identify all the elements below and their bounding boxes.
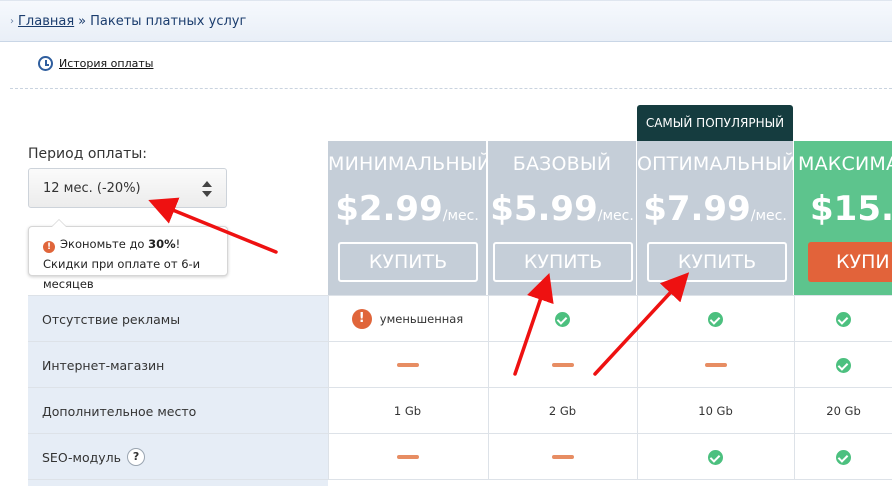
feature-cell: 10 Gb	[637, 388, 793, 434]
plan-optimal: ОПТИМАЛЬНЫЙ $7.99/мес. КУПИТЬ	[637, 141, 793, 295]
feature-cell	[637, 296, 793, 342]
feature-cell	[794, 434, 892, 480]
feature-cell	[328, 342, 486, 388]
breadcrumb-home-link[interactable]: Главная	[18, 14, 74, 29]
warning-icon: !	[43, 241, 55, 253]
plan-price-amount: $2.99	[335, 189, 443, 229]
feature-name: Дополнительное место	[28, 388, 328, 434]
dash-icon	[396, 363, 419, 367]
plan-minimal: МИНИМАЛЬНЫЙ $2.99/мес. КУПИТЬ	[328, 141, 486, 295]
feature-name: Отсутствие рекламы	[28, 296, 328, 342]
check-icon	[708, 311, 723, 327]
plan-price: $15.9	[810, 189, 892, 229]
check-icon	[555, 311, 570, 327]
period-selected-value: 12 мес. (-20%)	[43, 180, 141, 196]
feature-cell	[328, 434, 486, 480]
dash-icon	[551, 455, 574, 459]
dash-icon	[704, 363, 727, 367]
table-row: Интернет-магазин	[28, 341, 892, 388]
feature-name: Интернет-магазин	[28, 342, 328, 388]
payment-history-link[interactable]: История оплаты	[38, 56, 153, 71]
plan-name: ОПТИМАЛЬНЫЙ	[637, 153, 793, 175]
warning-icon: !	[351, 309, 372, 329]
plan-price: $2.99/мес.	[328, 189, 486, 229]
select-arrows-icon	[202, 181, 212, 197]
plan-price-period: /мес.	[750, 208, 787, 224]
feature-cell	[488, 296, 636, 342]
table-row: SEO-модуль ?	[28, 433, 892, 480]
dash-icon	[551, 363, 574, 367]
clock-icon	[38, 56, 53, 71]
feature-name-text: SEO-модуль	[42, 449, 122, 465]
check-icon	[836, 357, 851, 373]
buy-basic-button[interactable]: КУПИТЬ	[493, 242, 633, 282]
plan-price: $5.99/мес.	[488, 189, 636, 229]
features-table: Отсутствие рекламы ! уменьшенная Интерне…	[28, 295, 892, 486]
help-icon[interactable]: ?	[127, 448, 146, 466]
plan-name: МИНИМАЛЬНЫЙ	[328, 153, 486, 175]
breadcrumb: › Главная » Пакеты платных услуг	[0, 0, 892, 42]
table-row: Отсутствие рекламы ! уменьшенная	[28, 295, 892, 342]
feature-cell: 2 Gb	[488, 388, 636, 434]
most-popular-badge: САМЫЙ ПОПУЛЯРНЫЙ	[637, 105, 793, 141]
feature-cell	[794, 296, 892, 342]
feature-value: уменьшенная	[379, 312, 464, 326]
tooltip-discount-percent: 30%	[148, 237, 176, 251]
check-icon	[708, 449, 723, 465]
chevron-right-icon: ›	[10, 15, 14, 27]
plan-price: $7.99/мес.	[637, 189, 793, 229]
period-select[interactable]: 12 мес. (-20%)	[28, 168, 227, 208]
plan-price-period: /мес.	[597, 208, 634, 224]
plan-name: МАКСИМАЛ	[798, 153, 892, 175]
plan-name: БАЗОВЫЙ	[512, 153, 612, 175]
feature-cell	[637, 434, 793, 480]
plan-maximal: МАКСИМАЛ $15.9 КУПИ	[794, 141, 892, 295]
pricing-page: › Главная » Пакеты платных услуг История…	[0, 0, 892, 486]
plan-price-amount: $5.99	[490, 189, 598, 229]
feature-name	[28, 480, 328, 486]
plan-basic: БАЗОВЫЙ $5.99/мес. КУПИТЬ	[488, 141, 636, 295]
check-icon	[836, 311, 851, 327]
feature-cell: 1 Gb	[328, 388, 486, 434]
breadcrumb-current: Пакеты платных услуг	[90, 13, 247, 29]
buy-minimal-button[interactable]: КУПИТЬ	[338, 242, 478, 282]
buy-optimal-button[interactable]: КУПИТЬ	[647, 242, 787, 282]
plan-price-amount: $7.99	[643, 189, 751, 229]
check-icon	[836, 449, 851, 465]
feature-cell	[488, 342, 636, 388]
feature-cell: 20 Gb	[794, 388, 892, 434]
breadcrumb-separator: »	[78, 13, 87, 29]
tooltip-text-before: Экономьте до	[60, 237, 149, 251]
dash-icon	[396, 455, 419, 459]
plan-price-amount: $15.9	[810, 189, 892, 229]
feature-cell	[637, 342, 793, 388]
buy-maximal-button[interactable]: КУПИ	[808, 242, 892, 282]
plan-price-period: /мес.	[442, 208, 479, 224]
feature-name: SEO-модуль ?	[28, 434, 328, 480]
period-title: Период оплаты:	[28, 146, 147, 162]
feature-cell	[794, 342, 892, 388]
table-row: Дополнительное место 1 Gb 2 Gb 10 Gb 20 …	[28, 387, 892, 434]
divider	[10, 88, 892, 89]
feature-cell: ! уменьшенная	[328, 296, 486, 342]
payment-history-label[interactable]: История оплаты	[59, 57, 153, 70]
table-row	[28, 479, 892, 486]
feature-cell	[488, 434, 636, 480]
discount-tooltip: ! Экономьте до 30%! Скидки при оплате от …	[28, 219, 228, 291]
